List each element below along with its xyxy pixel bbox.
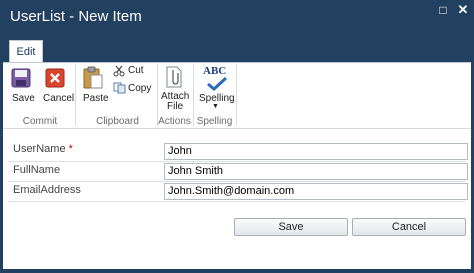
commit-group-label: Commit bbox=[22, 116, 58, 127]
attach-file-icon bbox=[166, 66, 182, 88]
username-field[interactable]: John bbox=[164, 143, 468, 160]
close-icon[interactable]: ✕ bbox=[454, 3, 472, 17]
spelling-group-label: Spelling bbox=[196, 116, 233, 127]
username-label: UserName * bbox=[13, 143, 73, 155]
save-icon bbox=[11, 68, 31, 88]
actions-group-label: Actions bbox=[158, 116, 191, 127]
fullname-label: FullName bbox=[13, 164, 61, 176]
row-divider bbox=[8, 201, 466, 202]
save-button[interactable]: Save bbox=[234, 218, 348, 236]
copy-icon bbox=[113, 82, 126, 94]
maximize-icon[interactable]: □ bbox=[434, 3, 452, 17]
chevron-down-icon: ▼ bbox=[212, 103, 219, 110]
copy-label: Copy bbox=[128, 83, 152, 94]
paste-label: Paste bbox=[83, 93, 109, 104]
emailaddress-label: EmailAddress bbox=[13, 184, 81, 196]
fullname-field[interactable]: John Smith bbox=[164, 163, 468, 180]
group-divider bbox=[75, 64, 76, 126]
group-divider bbox=[236, 64, 237, 126]
attach-file-label-2: File bbox=[167, 101, 184, 112]
scissors-icon bbox=[113, 65, 125, 77]
cut-label: Cut bbox=[128, 65, 144, 76]
clipboard-group-label: Clipboard bbox=[96, 116, 139, 127]
required-marker: * bbox=[68, 143, 73, 155]
checkmark-icon bbox=[207, 77, 228, 91]
cancel-icon bbox=[45, 68, 65, 88]
abc-icon-text: ABC bbox=[203, 65, 227, 77]
tab-edit[interactable]: Edit bbox=[9, 40, 43, 63]
row-divider bbox=[8, 181, 466, 182]
cancel-ribbon-label: Cancel bbox=[43, 93, 75, 104]
cancel-button[interactable]: Cancel bbox=[352, 218, 466, 236]
emailaddress-field[interactable]: John.Smith@domain.com bbox=[164, 183, 468, 200]
dialog-title: UserList - New Item bbox=[10, 8, 142, 25]
username-label-text: UserName bbox=[13, 143, 66, 155]
row-divider bbox=[8, 161, 466, 162]
new-item-dialog: UserList - New Item □ ✕ Edit Save Cancel… bbox=[0, 0, 474, 273]
save-ribbon-label: Save bbox=[12, 93, 35, 104]
paste-icon bbox=[83, 66, 103, 89]
title-bar: UserList - New Item □ ✕ bbox=[0, 0, 474, 34]
